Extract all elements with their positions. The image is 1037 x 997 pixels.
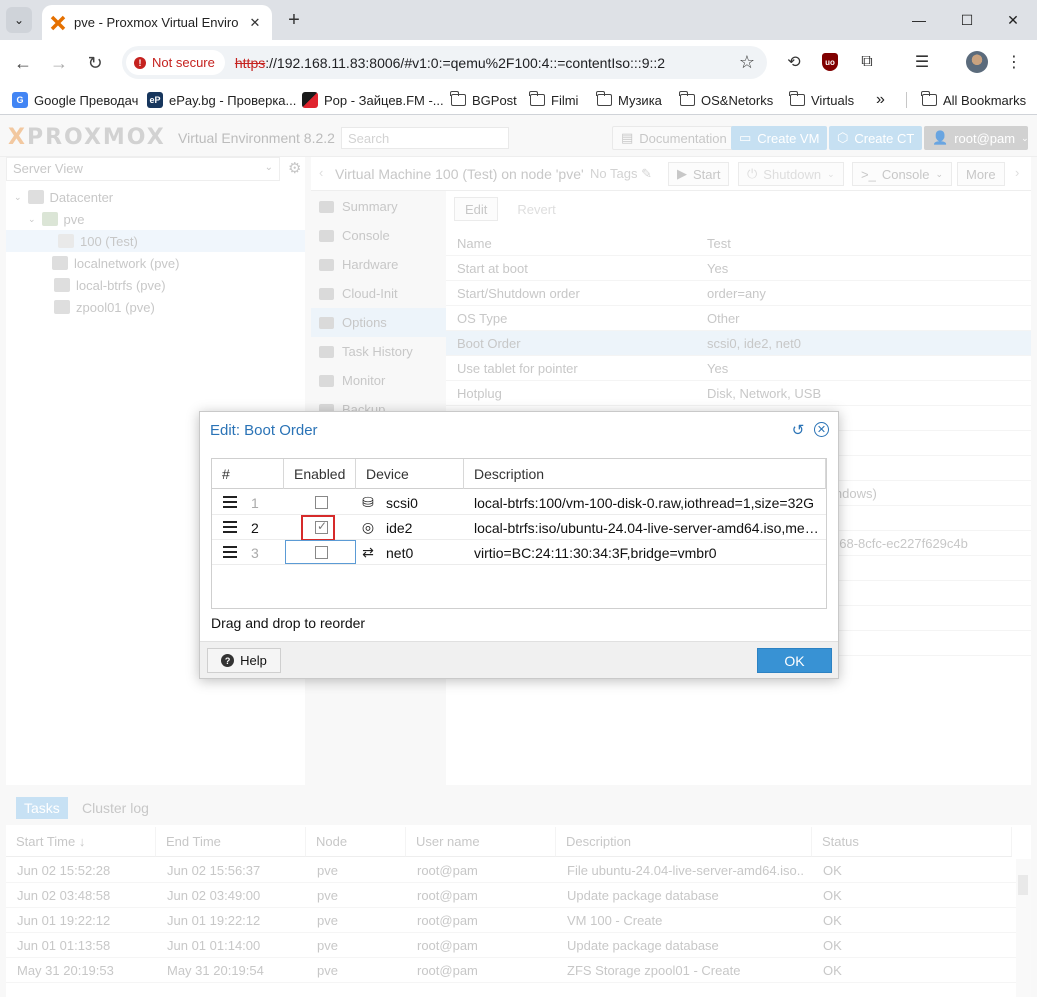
address-bar[interactable]: ! Not secure https://192.168.11.83:8006/… <box>122 46 767 79</box>
boot-row-device: scsi0 <box>386 495 418 511</box>
minimize-icon[interactable]: — <box>907 8 931 32</box>
col-device: Device <box>356 459 464 489</box>
cdrom-icon: ◎ <box>361 518 375 535</box>
bookmark-folder-bgpost[interactable]: BGPost <box>450 91 517 109</box>
bookmark-label: Музика <box>618 92 662 108</box>
bookmark-folder-muzika[interactable]: Музика <box>596 91 662 109</box>
bookmark-folder-osnetworks[interactable]: OS&Netorks <box>679 91 774 109</box>
browser-toolbar: ← → ↻ ! Not secure https://192.168.11.83… <box>0 40 1037 85</box>
drag-handle-icon[interactable] <box>223 521 237 533</box>
new-tab-button[interactable]: + <box>282 8 306 32</box>
bookmark-label: OS&Netorks <box>701 92 774 108</box>
boot-row-ide2[interactable]: 2 ◎ ide2 local-btrfs:iso/ubuntu-24.04-li… <box>212 515 826 541</box>
boot-row-device: ide2 <box>386 520 413 536</box>
bookmark-label: Pop - Зайцев.FM -... <box>324 92 444 108</box>
reload-icon[interactable]: ↻ <box>81 49 109 77</box>
bookmark-label: BGPost <box>472 92 517 108</box>
google-translate-icon: G <box>12 92 28 108</box>
browser-tab-pve[interactable]: pve - Proxmox Virtual Environment ✕ <box>42 5 272 40</box>
folder-icon <box>789 91 805 106</box>
bookmark-label: Virtuals <box>811 92 855 108</box>
url-rest: ://192.168.11.83:8006/#v1:0:=qemu%2F100:… <box>265 54 666 71</box>
drag-hint: Drag and drop to reorder <box>211 615 366 631</box>
boot-row-number: 2 <box>251 520 259 536</box>
bookmark-google-translate[interactable]: G Google Преводач <box>12 91 138 109</box>
bookmark-label: Filmi <box>551 92 579 108</box>
help-label: Help <box>240 653 267 668</box>
window-close-icon[interactable]: ✕ <box>1001 8 1025 32</box>
folder-icon <box>450 91 466 106</box>
help-button[interactable]: ? Help <box>207 648 281 673</box>
bookmark-folder-virtuals[interactable]: Virtuals <box>789 91 855 109</box>
profile-avatar[interactable] <box>966 51 988 73</box>
enabled-checkbox[interactable] <box>315 496 328 509</box>
forward-icon[interactable]: → <box>45 49 73 77</box>
boot-row-number: 1 <box>251 495 259 511</box>
boot-row-device: net0 <box>386 545 414 561</box>
not-secure-label: Not secure <box>152 55 215 70</box>
col-description: Description <box>464 459 826 489</box>
bookmark-label: Google Преводач <box>34 92 139 108</box>
extension-sync-icon[interactable]: ⟲ <box>782 50 806 74</box>
zaycev-icon <box>302 92 318 108</box>
maximize-icon[interactable]: ☐ <box>955 8 979 32</box>
reading-list-icon[interactable]: ☰ <box>910 50 934 74</box>
ok-button[interactable]: OK <box>757 648 832 673</box>
col-enabled: Enabled <box>284 459 356 489</box>
boot-row-number: 3 <box>251 545 259 561</box>
enabled-checkbox[interactable] <box>315 546 328 559</box>
dialog-footer: ? Help OK <box>200 641 838 678</box>
dialog-header: Edit: Boot Order ↺ ✕ <box>200 412 838 448</box>
more-bookmarks-icon[interactable]: » <box>876 91 885 109</box>
boot-row-description: local-btrfs:iso/ubuntu-24.04-live-server… <box>474 520 820 536</box>
grid-header: # Enabled Device Description <box>212 459 826 489</box>
bookmark-star-icon[interactable]: ☆ <box>739 52 755 73</box>
chrome-menu-icon[interactable]: ⋮ <box>1002 50 1026 74</box>
browser-tabstrip: ⌄ pve - Proxmox Virtual Environment ✕ + … <box>0 0 1037 40</box>
ublock-icon[interactable]: uo <box>818 50 842 74</box>
warning-icon: ! <box>134 56 146 69</box>
boot-row-description: local-btrfs:100/vm-100-disk-0.raw,iothre… <box>474 495 815 511</box>
bookmark-label: All Bookmarks <box>943 92 1027 108</box>
drag-handle-icon[interactable] <box>223 496 237 508</box>
not-secure-chip[interactable]: ! Not secure <box>126 50 225 75</box>
proxmox-page: XPROXMOX Virtual Environment 8.2.2 Searc… <box>0 115 1037 997</box>
bookmarks-bar: G Google Преводач eP ePay.bg - Проверка.… <box>0 85 1037 115</box>
bookmarks-separator <box>906 92 907 108</box>
bookmark-label: ePay.bg - Проверка... <box>169 92 297 108</box>
tab-search-button[interactable]: ⌄ <box>6 7 32 33</box>
reset-icon[interactable]: ↺ <box>790 422 806 439</box>
boot-row-scsi0[interactable]: 1 ⛁ scsi0 local-btrfs:100/vm-100-disk-0.… <box>212 490 826 515</box>
url-scheme: https <box>234 54 266 71</box>
close-icon[interactable]: ✕ <box>814 422 829 437</box>
folder-icon <box>679 91 695 106</box>
proxmox-favicon-icon <box>50 15 66 31</box>
network-icon: ⇄ <box>362 543 374 560</box>
folder-icon <box>529 91 545 106</box>
boot-order-dialog: Edit: Boot Order ↺ ✕ # Enabled Device De… <box>199 411 839 679</box>
epay-icon: eP <box>147 92 163 108</box>
bookmark-zaycev[interactable]: Pop - Зайцев.FM -... <box>302 91 444 109</box>
bookmark-folder-filmi[interactable]: Filmi <box>529 91 579 109</box>
dialog-title: Edit: Boot Order <box>210 422 318 439</box>
url-text[interactable]: https://192.168.11.83:8006/#v1:0:=qemu%2… <box>235 55 665 71</box>
hdd-icon: ⛁ <box>362 493 374 510</box>
boot-order-grid: # Enabled Device Description 1 ⛁ scsi0 l… <box>211 458 827 609</box>
boot-row-net0[interactable]: 3 ⇄ net0 virtio=BC:24:11:30:34:3F,bridge… <box>212 540 826 565</box>
question-icon: ? <box>221 654 235 667</box>
bookmark-epay[interactable]: eP ePay.bg - Проверка... <box>147 91 296 109</box>
back-icon[interactable]: ← <box>9 49 37 77</box>
all-bookmarks-folder[interactable]: All Bookmarks <box>921 91 1027 109</box>
drag-handle-icon[interactable] <box>223 546 237 558</box>
extensions-puzzle-icon[interactable]: ⧉ <box>855 50 879 74</box>
tab-title: pve - Proxmox Virtual Environment <box>74 15 238 30</box>
enabled-checkbox[interactable] <box>315 519 328 534</box>
folder-icon <box>596 91 612 106</box>
boot-row-description: virtio=BC:24:11:30:34:3F,bridge=vmbr0 <box>474 545 717 561</box>
col-number: # <box>212 459 284 489</box>
tab-close-icon[interactable]: ✕ <box>246 14 264 32</box>
folder-icon <box>921 91 937 106</box>
